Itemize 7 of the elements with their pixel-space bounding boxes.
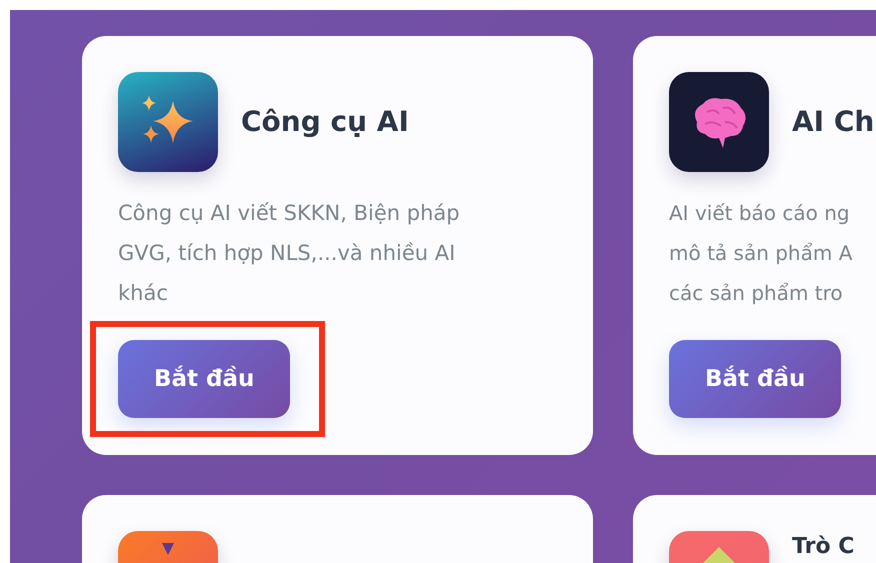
- card-description: Công cụ AI viết SKKN, Biện pháp GVG, tích hợp NLS,...và nhiều AI khác: [118, 200, 461, 307]
- card-title: Công cụ AI: [241, 106, 409, 138]
- card-title: AI Ch: [792, 106, 874, 138]
- card-description: AI viết báo cáo ng mô tả sản phẩm A các sản phẩm tro: [669, 200, 854, 307]
- card-title: Trò C: [792, 535, 854, 560]
- start-button[interactable]: Bắt đầu: [118, 340, 290, 418]
- start-button[interactable]: Bắt đầu: [669, 340, 842, 418]
